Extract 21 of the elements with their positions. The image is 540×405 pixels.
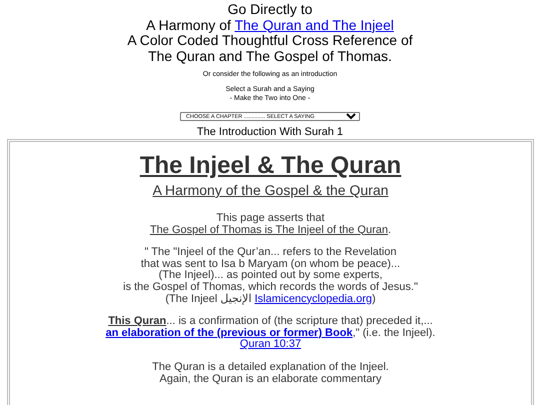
paragraph-text: The Quran is a detailed explanation of the Injeel. xyxy=(152,360,389,373)
paragraph-text: This page asserts that xyxy=(216,212,325,224)
paragraph-text: (The Injeel)... as pointed out by some experts, xyxy=(158,269,382,282)
article-title: The Injeel & The Quran xyxy=(140,152,402,179)
paragraph-text: that was sent to Isa b Maryam (on whom be peace)... xyxy=(140,258,400,270)
paragraph-text: This Quran... is a confirmation of (the scripture that) preceded it,... xyxy=(108,315,433,328)
header-text: Go Directly to xyxy=(228,1,312,17)
link[interactable]: The Quran and The Injeel xyxy=(234,16,394,32)
intro-title: The Introduction With Surah 1 xyxy=(196,126,344,139)
paragraph-text: Again, the Quran is an elaborate commentary xyxy=(160,372,382,385)
link[interactable]: Quran 10:37 xyxy=(240,338,302,350)
paragraph-text: an elaboration of the (previous or former) Book," (i.e. the Injeel). xyxy=(106,326,436,339)
paragraph-text: The Gospel of Thomas is The Injeel of the Quran. xyxy=(150,224,392,236)
link[interactable]: an elaboration of the (previous or former) Book xyxy=(106,326,353,339)
paragraph-text: " The "Injeel of the Qur’an... refers to the Revelation xyxy=(144,246,396,258)
header-text: The Quran and The Gospel of Thomas. xyxy=(148,48,392,64)
link[interactable]: Islamicencyclopedia.org xyxy=(254,292,372,305)
header-text: A Harmony of The Quran and The Injeel xyxy=(146,16,394,32)
article-subtitle: A Harmony of the Gospel & the Quran xyxy=(152,182,388,198)
header-text: A Color Coded Thoughtful Cross Reference of xyxy=(127,32,413,48)
paragraph-text: is the Gospel of Thomas, which records the words of Jesus." xyxy=(123,280,418,293)
